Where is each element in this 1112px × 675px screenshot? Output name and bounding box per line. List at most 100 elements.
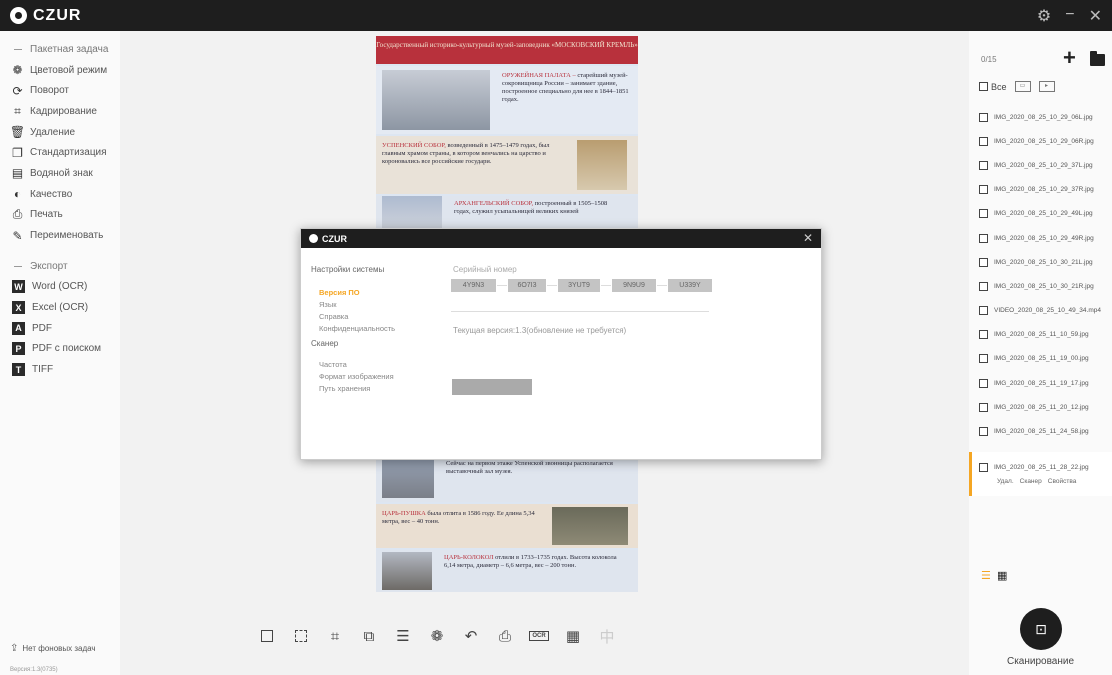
serial-number-label: Серийный номер (453, 265, 517, 274)
sidebar-item-rotate[interactable]: ⟳ Поворот (0, 80, 120, 101)
nav-privacy[interactable]: Конфиденциальность (311, 324, 431, 336)
file-item[interactable]: IMG_2020_08_25_10_29_37L.jpg (969, 153, 1112, 177)
nav-frequency[interactable]: Частота (311, 360, 431, 372)
file-name: IMG_2020_08_25_10_30_21R.jpg (994, 282, 1094, 290)
folder-icon[interactable] (1090, 51, 1105, 66)
ocr-button[interactable]: OCR (522, 625, 556, 647)
file-item[interactable]: IMG_2020_08_25_10_30_21R.jpg (969, 274, 1112, 298)
file-item[interactable]: IMG_2020_08_25_10_29_49L.jpg (969, 202, 1112, 226)
file-name: IMG_2020_08_25_10_29_37R.jpg (994, 186, 1094, 194)
file-item[interactable]: IMG_2020_08_25_10_30_21L.jpg (969, 250, 1112, 274)
scan-button[interactable]: ⊡ (1020, 608, 1062, 650)
version-label: Версия:1.3(0735) (10, 667, 58, 673)
adjust-button[interactable]: ☰ (386, 625, 420, 647)
file-checkbox[interactable] (979, 306, 988, 316)
dialog-title: CZUR (322, 233, 347, 244)
sidebar-item-label: Цветовой режим (30, 64, 108, 76)
nav-language[interactable]: Язык (311, 300, 431, 312)
export-item[interactable]: W Word (OCR) (0, 277, 120, 298)
undo-button[interactable]: ↶ (454, 625, 488, 647)
file-item[interactable]: IMG_2020_08_25_11_19_17.jpg (969, 371, 1112, 395)
dialog-close-icon[interactable]: ✕ (803, 231, 813, 245)
serial-part: 9N9U9 (612, 279, 656, 292)
list-view-icon[interactable]: ☰ (981, 569, 991, 582)
bottom-toolbar: ⌗ ⧉ ☰ ❁ ↶ ⎙ OCR ▦ 中 (250, 625, 624, 647)
grid-view-icon[interactable]: ▦ (997, 569, 1007, 582)
nav-storage-path[interactable]: Путь хранения (311, 384, 431, 396)
standardize-icon: ❐ (12, 145, 23, 160)
file-item[interactable]: IMG_2020_08_25_11_19_00.jpg (969, 347, 1112, 371)
file-checkbox[interactable] (979, 281, 988, 291)
nav-help[interactable]: Справка (311, 312, 431, 324)
sidebar-item-label: Переименовать (30, 230, 104, 242)
nav-system-settings[interactable]: Настройки системы (311, 265, 431, 274)
scanner-link[interactable]: Сканер (1020, 478, 1042, 485)
file-item[interactable]: IMG_2020_08_25_11_20_12.jpg (969, 395, 1112, 419)
fit-height-icon (261, 630, 273, 642)
sidebar-item-standardize[interactable]: ❐ Стандартизация (0, 142, 120, 163)
file-checkbox[interactable] (979, 402, 988, 412)
rotate-icon: ⟳ (12, 83, 23, 98)
sidebar-item-rename[interactable]: ✎ Переименовать (0, 225, 120, 246)
background-tasks[interactable]: ⇪ Нет фоновых задач (10, 643, 96, 654)
sidebar-item-label: Поворот (30, 85, 69, 97)
nav-software-version[interactable]: Версия ПО (311, 288, 431, 300)
nav-scanner[interactable]: Сканер (311, 339, 431, 348)
print-icon: ⎙ (12, 207, 23, 222)
file-item[interactable]: IMG_2020_08_25_10_29_49R.jpg (969, 226, 1112, 250)
nav-image-format[interactable]: Формат изображения (311, 372, 431, 384)
dash-icon (10, 42, 25, 57)
file-checkbox[interactable] (979, 330, 988, 340)
minimize-button[interactable]: − (1065, 6, 1074, 26)
settings-gear-icon[interactable]: ⚙ (1037, 6, 1051, 26)
properties-link[interactable]: Свойства (1048, 478, 1077, 485)
file-checkbox[interactable] (979, 427, 988, 437)
delete-link[interactable]: Удал. (997, 478, 1014, 485)
sidebar-item-crop[interactable]: ⌗ Кадрирование (0, 101, 120, 122)
file-checkbox[interactable] (979, 185, 988, 195)
sidebar-item-trash[interactable]: 🗑 Удаление (0, 122, 120, 143)
export-item[interactable]: T TIFF (0, 359, 120, 380)
file-checkbox[interactable] (979, 257, 988, 267)
sidebar-item-palette[interactable]: ❁ Цветовой режим (0, 60, 120, 81)
file-item[interactable]: IMG_2020_08_25_11_10_59.jpg (969, 323, 1112, 347)
select-all-checkbox[interactable] (979, 82, 988, 91)
file-checkbox[interactable] (979, 136, 988, 146)
deskew-button[interactable]: ⧉ (352, 625, 386, 647)
sidebar-item-watermark[interactable]: ▤ Водяной знак (0, 163, 120, 184)
sidebar-item-quality[interactable]: ◐ Качество (0, 184, 120, 205)
export-item[interactable]: A PDF (0, 318, 120, 339)
file-checkbox[interactable] (979, 160, 988, 170)
file-checkbox[interactable] (979, 209, 988, 219)
fit-height-button[interactable] (250, 625, 284, 647)
color-mode-button[interactable]: ❁ (420, 625, 454, 647)
export-item-label: Excel (OCR) (32, 302, 89, 314)
update-button[interactable] (452, 379, 532, 395)
file-item[interactable]: VIDEO_2020_08_25_10_49_34.mp4 (969, 299, 1112, 323)
file-checkbox[interactable] (979, 233, 988, 243)
print-button[interactable]: ⎙ (488, 625, 522, 647)
sidebar-item-print[interactable]: ⎙ Печать (0, 205, 120, 226)
select-area-button[interactable] (284, 625, 318, 647)
file-checkbox[interactable] (979, 378, 988, 388)
export-item[interactable]: P PDF с поиском (0, 339, 120, 360)
file-checkbox[interactable] (979, 112, 988, 122)
close-button[interactable]: ✕ (1089, 6, 1102, 26)
qr-button[interactable]: ▦ (556, 625, 590, 647)
file-item[interactable]: IMG_2020_08_25_10_29_37R.jpg (969, 178, 1112, 202)
dialog-title-bar: CZUR (301, 229, 821, 248)
split-button[interactable]: 中 (590, 625, 624, 647)
file-item[interactable]: IMG_2020_08_25_10_29_06R.jpg (969, 129, 1112, 153)
file-name: IMG_2020_08_25_10_29_06L.jpg (994, 113, 1093, 121)
add-icon[interactable]: + (1063, 45, 1076, 71)
image-filter-icon[interactable]: ▭ (1014, 81, 1031, 92)
file-item[interactable]: IMG_2020_08_25_11_24_58.jpg (969, 419, 1112, 443)
upload-tray-icon: ⇪ (10, 643, 19, 654)
file-item-selected[interactable]: IMG_2020_08_25_11_28_22.jpg Удал. Сканер Св… (969, 451, 1112, 496)
export-item[interactable]: X Excel (OCR) (0, 297, 120, 318)
video-filter-icon[interactable]: ▸ (1038, 81, 1055, 92)
file-checkbox[interactable] (979, 462, 988, 472)
crop-button[interactable]: ⌗ (318, 625, 352, 647)
file-item[interactable]: IMG_2020_08_25_10_29_06L.jpg (969, 105, 1112, 129)
file-checkbox[interactable] (979, 354, 988, 364)
